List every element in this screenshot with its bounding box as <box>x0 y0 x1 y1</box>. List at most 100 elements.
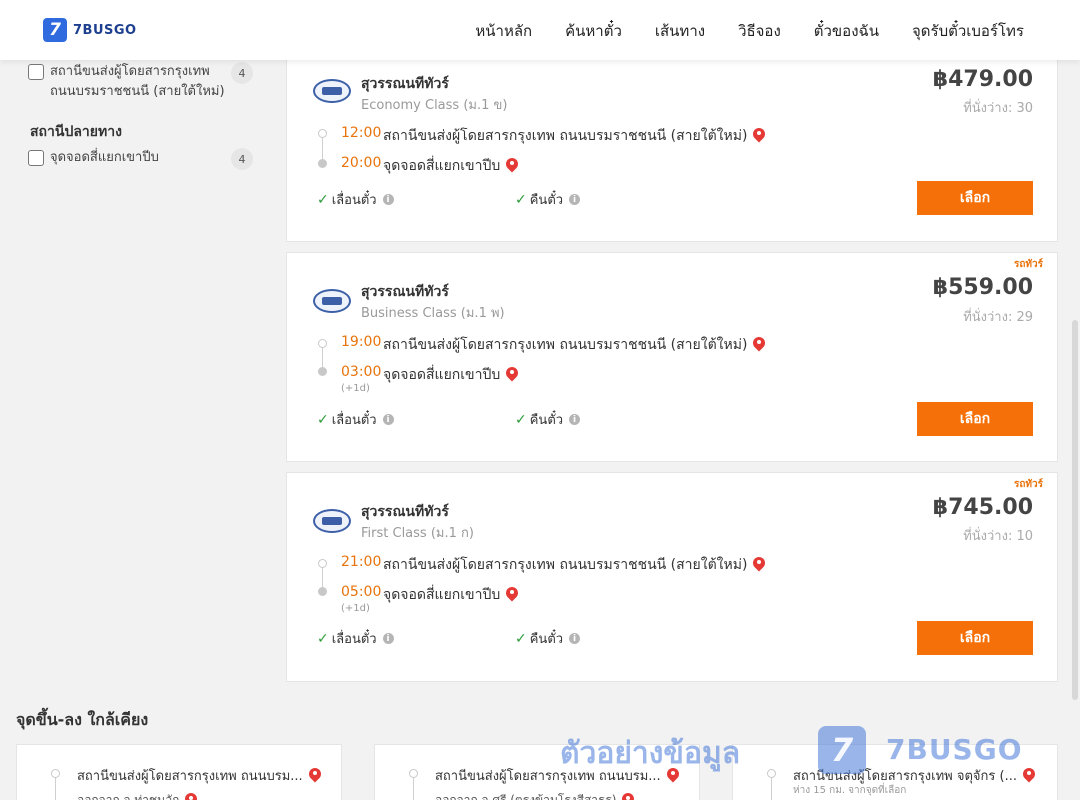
depart-time: 19:00 <box>341 334 382 350</box>
trip-card: รถทัวร์ สุวรรณนทีทัวร์ First Class (ม.1 … <box>286 472 1058 682</box>
nav-my-tickets[interactable]: ตั๋วของฉัน <box>814 19 879 43</box>
map-pin-icon[interactable] <box>506 158 518 174</box>
feature-refund-label: คืนตั๋ว <box>529 193 564 208</box>
nearby-stop-sub: ออกจาก จ.ศรี (ตรงข้ามโรงสีสาธร) <box>435 791 634 800</box>
depart-time: 12:00 <box>341 125 382 141</box>
check-icon: ✓ <box>317 630 329 647</box>
nav-routes[interactable]: เส้นทาง <box>655 19 705 43</box>
nav-home[interactable]: หน้าหลัก <box>475 19 532 43</box>
filter-destination-item[interactable]: จุดจอดสี่แยกเขาปีบ <box>28 148 230 168</box>
nearby-stop-sub: ออกจาก จ.ท่าชนวัก <box>77 791 197 800</box>
feature-reschedule-label: เลื่อนตั๋ว <box>331 632 377 647</box>
filter-destination-checkbox[interactable] <box>28 150 44 166</box>
check-icon: ✓ <box>515 630 527 647</box>
select-trip-button[interactable]: เลือก <box>917 621 1033 655</box>
bus-type-tag: รถทัวร์ <box>1013 479 1043 490</box>
stop-dot-icon <box>409 769 418 778</box>
info-icon[interactable]: i <box>569 633 581 644</box>
filter-origin-item[interactable]: สถานีขนส่งผู้โดยสารกรุงเทพ ถนนบรมราชชนนี… <box>28 62 230 102</box>
depart-station-name: สถานีขนส่งผู้โดยสารกรุงเทพ ถนนบรมราชชนนี… <box>383 128 748 144</box>
map-pin-icon[interactable] <box>1023 768 1035 784</box>
bus-company-logo-icon <box>313 289 351 313</box>
seats-available: ที่นั่งว่าง: 30 <box>963 101 1033 116</box>
filter-origin-count: 4 <box>231 62 253 84</box>
info-icon[interactable]: i <box>569 194 581 205</box>
depart-station: สถานีขนส่งผู้โดยสารกรุงเทพ ถนนบรมราชชนนี… <box>383 125 765 147</box>
depart-station-name: สถานีขนส่งผู้โดยสารกรุงเทพ ถนนบรมราชชนนี… <box>383 337 748 353</box>
nearby-stop-sub-text: ออกจาก จ.ท่าชนวัก <box>77 793 180 800</box>
feature-reschedule: ✓ เลื่อนตั๋ว i <box>317 189 394 210</box>
info-icon[interactable]: i <box>382 633 394 644</box>
watermark-logo-icon: 7 <box>818 726 866 774</box>
map-pin-icon[interactable] <box>185 793 197 800</box>
nearby-stop-distance: ห่าง 15 กม. จากจุดที่เลือก <box>793 785 907 796</box>
arrive-time: 05:00 <box>341 584 382 600</box>
feature-reschedule-label: เลื่อนตั๋ว <box>331 193 377 208</box>
feature-refund: ✓ คืนตั๋ว i <box>515 409 581 430</box>
info-icon[interactable]: i <box>382 414 394 425</box>
map-pin-icon[interactable] <box>753 337 765 353</box>
map-pin-icon[interactable] <box>622 793 634 800</box>
depart-dot-icon <box>318 339 327 348</box>
depart-station: สถานีขนส่งผู้โดยสารกรุงเทพ ถนนบรมราชชนนี… <box>383 554 765 576</box>
depart-dot-icon <box>318 559 327 568</box>
trip-card: รถทัวร์ สุวรรณนทีทัวร์ Business Class (ม… <box>286 252 1058 462</box>
info-icon[interactable]: i <box>569 414 581 425</box>
arrive-station: จุดจอดสี่แยกเขาปีบ <box>383 364 518 386</box>
map-pin-icon[interactable] <box>506 367 518 383</box>
watermark-brand: 7BUSGO <box>886 733 1023 766</box>
company-name: สุวรรณนทีทัวร์ <box>361 76 449 92</box>
bus-company-logo-icon <box>313 79 351 103</box>
feature-refund-label: คืนตั๋ว <box>529 413 564 428</box>
logo-mark-icon: 7 <box>43 18 67 42</box>
map-pin-icon[interactable] <box>753 557 765 573</box>
map-pin-icon[interactable] <box>506 587 518 603</box>
depart-station: สถานีขนส่งผู้โดยสารกรุงเทพ ถนนบรมราชชนนี… <box>383 334 765 356</box>
check-icon: ✓ <box>515 411 527 428</box>
arrive-time: 03:00 <box>341 364 382 380</box>
select-trip-button[interactable]: เลือก <box>917 402 1033 436</box>
stop-dot-icon <box>51 769 60 778</box>
watermark-text: ตัวอย่างข้อมูล <box>560 736 741 771</box>
arrive-dot-icon <box>318 587 327 596</box>
info-icon[interactable]: i <box>382 194 394 205</box>
depart-station-name: สถานีขนส่งผู้โดยสารกรุงเทพ ถนนบรมราชชนนี… <box>383 557 748 573</box>
site-logo[interactable]: 7 7BUSGO <box>43 18 137 42</box>
arrive-station-name: จุดจอดสี่แยกเขาปีบ <box>383 587 501 603</box>
arrive-station-name: จุดจอดสี่แยกเขาปีบ <box>383 158 501 174</box>
depart-dot-icon <box>318 129 327 138</box>
feature-refund-label: คืนตั๋ว <box>529 632 564 647</box>
page-scrollbar[interactable] <box>1072 320 1078 700</box>
nav-ticket-pickup[interactable]: จุดรับตั๋วเบอร์โทร <box>912 19 1024 43</box>
destination-section-title: สถานีปลายทาง <box>30 124 122 140</box>
filter-origin-checkbox[interactable] <box>28 64 44 80</box>
nearby-stop-name-text: สถานีขนส่งผู้โดยสารกรุงเทพ ถนนบรม... <box>77 769 303 784</box>
map-pin-icon[interactable] <box>309 768 321 784</box>
filter-destination-count: 4 <box>231 148 253 170</box>
check-icon: ✓ <box>317 411 329 428</box>
arrive-time: 20:00 <box>341 155 382 171</box>
feature-reschedule: ✓ เลื่อนตั๋ว i <box>317 409 394 430</box>
seats-available: ที่นั่งว่าง: 10 <box>963 529 1033 544</box>
bus-class: Business Class (ม.1 พ) <box>361 306 505 321</box>
seats-available: ที่นั่งว่าง: 29 <box>963 310 1033 325</box>
nearby-stop-sub-text: ออกจาก จ.ศรี (ตรงข้ามโรงสีสาธร) <box>435 793 617 800</box>
next-day-indicator: (+1d) <box>341 603 370 614</box>
arrive-station-name: จุดจอดสี่แยกเขาปีบ <box>383 367 501 383</box>
bus-class: First Class (ม.1 ก) <box>361 526 474 541</box>
nearby-stop-card[interactable]: สถานีขนส่งผู้โดยสารกรุงเทพ ถนนบรม... ออก… <box>16 744 342 800</box>
next-day-indicator: (+1d) <box>341 383 370 394</box>
main-nav: หน้าหลัก ค้นหาตั๋ว เส้นทาง วิธีจอง ตั๋วข… <box>475 19 1024 43</box>
arrive-station: จุดจอดสี่แยกเขาปีบ <box>383 155 518 177</box>
trip-price: ฿479.00 <box>932 67 1033 92</box>
bus-company-logo-icon <box>313 509 351 533</box>
company-name: สุวรรณนทีทัวร์ <box>361 504 449 520</box>
map-pin-icon[interactable] <box>753 128 765 144</box>
trip-price: ฿745.00 <box>932 495 1033 520</box>
trip-price: ฿559.00 <box>932 275 1033 300</box>
feature-refund: ✓ คืนตั๋ว i <box>515 628 581 649</box>
arrive-station: จุดจอดสี่แยกเขาปีบ <box>383 584 518 606</box>
select-trip-button[interactable]: เลือก <box>917 181 1033 215</box>
nav-how-to-book[interactable]: วิธีจอง <box>738 19 781 43</box>
nav-search-ticket[interactable]: ค้นหาตั๋ว <box>565 19 622 43</box>
